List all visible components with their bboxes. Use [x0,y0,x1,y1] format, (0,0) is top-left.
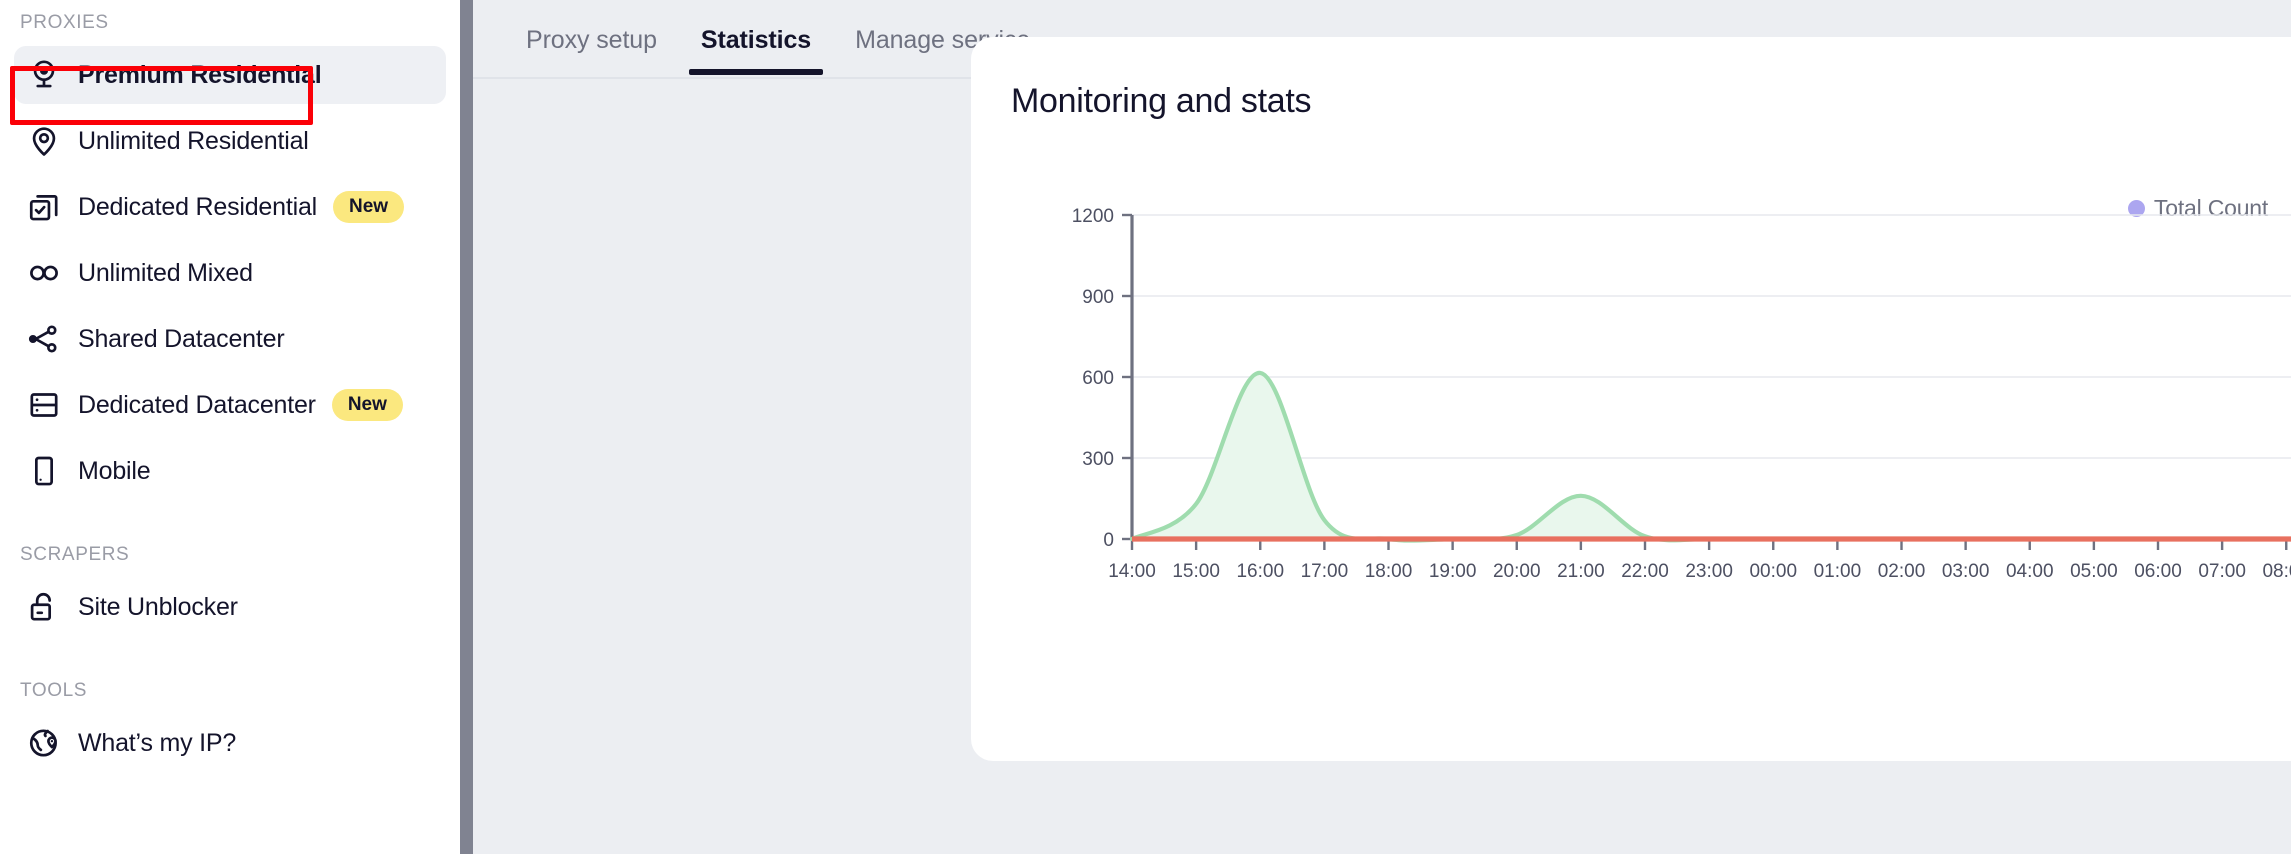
tab-proxy-setup[interactable]: Proxy setup [504,18,679,73]
sidebar-item-label: Dedicated Datacenter [78,390,316,419]
infinity-icon [24,253,64,293]
sidebar-item-label: Premium Residential [78,60,322,89]
sidebar-item-dedicated-datacenter[interactable]: Dedicated Datacenter New [14,376,446,434]
sidebar-item-label: Mobile [78,456,151,485]
x-axis-tick-label: 20:00 [1493,561,1541,582]
series-area-success-count [1132,372,2291,541]
y-axis-tick-label: 0 [1103,530,1114,551]
x-axis-tick-label: 00:00 [1749,561,1797,582]
sidebar-item-premium-residential[interactable]: Premium Residential [14,46,446,104]
sidebar-item-label: Shared Datacenter [78,324,285,353]
area-chart-plot: 0 300 600 900 1200 14:00 15:00 16:00 17:00 18:00 1… [1072,206,2291,582]
server-icon [24,385,64,425]
x-axis-tick-label: 15:00 [1172,561,1220,582]
x-axis-tick-label: 17:00 [1301,561,1349,582]
sidebar: PROXIES Premium Residential Unlimited Re… [0,0,460,854]
sidebar-item-label: What’s my IP? [78,728,237,757]
y-axis-tick-label: 1200 [1072,206,1114,227]
sidebar-item-site-unblocker[interactable]: Site Unblocker [14,578,446,636]
app-root: PROXIES Premium Residential Unlimited Re… [0,0,2291,854]
share-nodes-icon [24,319,64,359]
x-axis-tick-label: 19:00 [1429,561,1477,582]
sidebar-item-shared-datacenter[interactable]: Shared Datacenter [14,310,446,368]
copy-check-icon [24,187,64,227]
card-header: Monitoring and stats Hour Day Week [971,37,2291,127]
sidebar-item-unlimited-residential[interactable]: Unlimited Residential [14,112,446,170]
sidebar-item-label: Unlimited Residential [78,126,309,155]
globe-pin-icon [24,723,64,763]
sidebar-item-whats-my-ip[interactable]: What’s my IP? [14,714,446,772]
y-axis-tick-label: 600 [1082,368,1114,389]
x-axis-tick-label: 16:00 [1236,561,1284,582]
sidebar-group-label-scrapers: SCRAPERS [20,544,130,565]
sidebar-item-label: Site Unblocker [78,592,238,621]
x-axis-tick-label: 03:00 [1942,561,1990,582]
x-axis-tick-label: 22:00 [1621,561,1669,582]
x-axis-tick-label: 18:00 [1365,561,1413,582]
x-axis-tick-label: 02:00 [1878,561,1926,582]
main-content: Proxy setup Statistics Manage service Mo… [460,0,2291,854]
status-badge-new: New [331,389,403,421]
sidebar-item-dedicated-residential[interactable]: Dedicated Residential New [14,178,446,236]
x-axis-tick-label: 21:00 [1557,561,1605,582]
unlock-icon [24,587,64,627]
location-pin-icon [24,121,64,161]
sidebar-item-mobile[interactable]: Mobile [14,442,446,500]
x-axis-tick-label: 04:00 [2006,561,2054,582]
x-axis-tick-label: 01:00 [1814,561,1862,582]
sidebar-item-unlimited-mixed[interactable]: Unlimited Mixed [14,244,446,302]
x-axis-tick-label: 08:00 [2262,561,2291,582]
chart-container: Total Count Success Count Fail Count 030… [971,177,2291,761]
webcam-icon [24,55,64,95]
sidebar-group-label-proxies: PROXIES [20,12,109,33]
x-axis-tick-label: 23:00 [1685,561,1733,582]
sidebar-group-label-tools: TOOLS [20,680,88,701]
page-title: Monitoring and stats [1011,81,1312,120]
sidebar-scrollbar[interactable] [460,0,473,854]
tab-statistics[interactable]: Statistics [679,18,833,75]
sidebar-item-label: Dedicated Residential [78,192,318,221]
mobile-phone-icon [24,451,64,491]
y-axis-tick-label: 900 [1082,287,1114,308]
x-axis-tick-label: 06:00 [2134,561,2182,582]
x-axis-tick-label: 14:00 [1108,561,1156,582]
status-badge-new: New [333,191,405,223]
x-axis-tick-label: 05:00 [2070,561,2118,582]
monitoring-card: Monitoring and stats Hour Day Week Total… [971,37,2291,761]
sidebar-item-label: Unlimited Mixed [78,258,253,287]
y-axis-tick-label: 300 [1082,449,1114,470]
x-axis-tick-label: 07:00 [2198,561,2246,582]
